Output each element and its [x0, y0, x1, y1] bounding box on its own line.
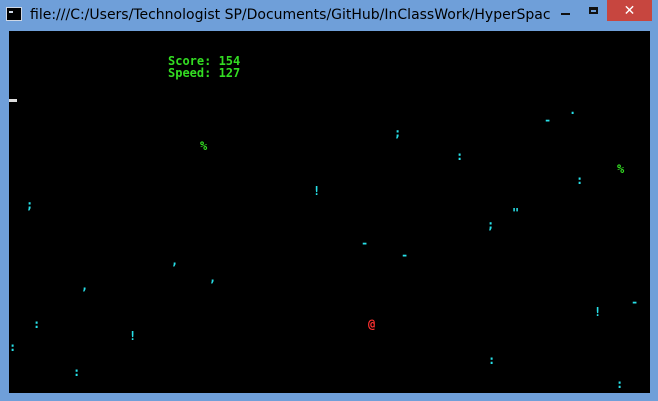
- star-particle: :: [9, 340, 17, 354]
- star-particle: :: [33, 317, 41, 331]
- star-particle: !: [313, 184, 321, 198]
- star-particle: -: [544, 113, 552, 127]
- player-ship: @: [368, 317, 376, 331]
- star-particle: -: [361, 236, 369, 250]
- minimize-button[interactable]: [551, 0, 579, 21]
- star-particle: %: [200, 139, 208, 153]
- window-title: file:///C:/Users/Technologist SP/Documen…: [30, 7, 550, 23]
- star-particle: ;: [26, 198, 34, 212]
- game-window: file:///C:/Users/Technologist SP/Documen…: [0, 0, 658, 401]
- console-app-icon: [6, 7, 22, 21]
- speed-display: Speed: 127: [168, 66, 241, 80]
- star-particle: :: [616, 377, 624, 391]
- maximize-button[interactable]: [579, 0, 607, 21]
- close-button[interactable]: ✕: [607, 0, 652, 21]
- star-particle: ": [512, 206, 520, 220]
- star-particle: ;: [487, 218, 495, 232]
- game-console[interactable]: Score: 154 Speed: 127 ; % - ; : % : . ; …: [9, 31, 650, 393]
- minimize-icon: [560, 13, 570, 15]
- star-particle: ,: [171, 254, 179, 268]
- star-particle: !: [594, 305, 602, 319]
- star-particle: :: [488, 353, 496, 367]
- star-particle: .: [569, 103, 577, 117]
- star-particle: :: [73, 365, 81, 379]
- star-particle: %: [617, 162, 625, 176]
- star-particle: :: [456, 149, 464, 163]
- star-particle: !: [129, 329, 137, 343]
- title-bar[interactable]: file:///C:/Users/Technologist SP/Documen…: [0, 0, 658, 30]
- star-particle: ,: [209, 271, 217, 285]
- star-particle: :: [576, 173, 584, 187]
- star-particle: ,: [81, 279, 89, 293]
- left-marker: [9, 99, 17, 102]
- star-particle: -: [631, 295, 639, 309]
- maximize-icon: [588, 7, 598, 14]
- star-particle: -: [401, 248, 409, 262]
- star-particle: ;: [394, 126, 402, 140]
